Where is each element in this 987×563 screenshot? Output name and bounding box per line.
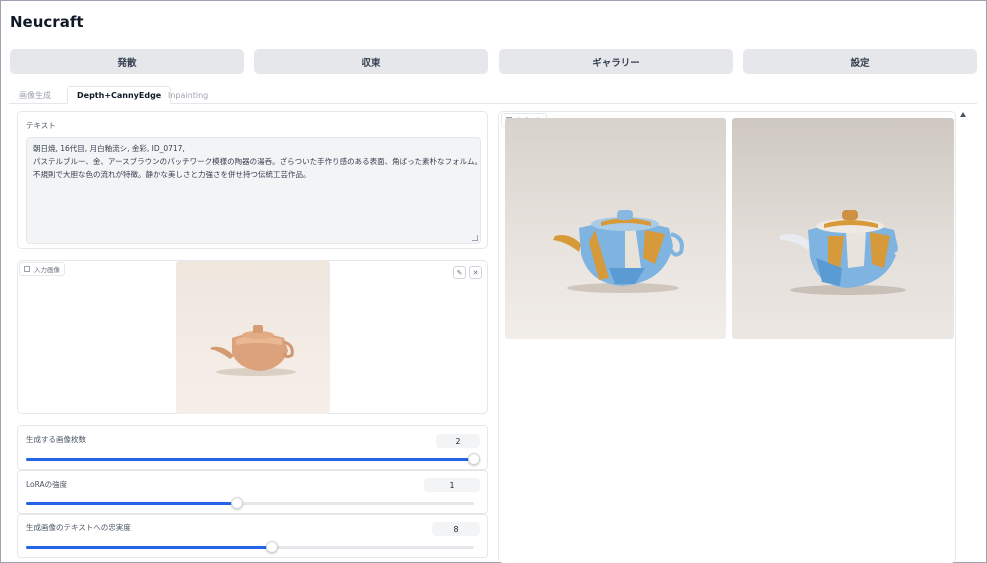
- nav-button-diverge[interactable]: 発散: [10, 49, 244, 74]
- slider-lora-strength: LoRAの強度 1: [17, 470, 488, 514]
- slider-label: LoRAの強度: [26, 480, 68, 489]
- input-image: [176, 261, 330, 414]
- prompt-line: 不規則で大胆な色の流れが特徴。静かな美しさと力強さを併せ持つ伝統工芸作品。: [33, 170, 311, 179]
- slider-track[interactable]: [26, 497, 474, 509]
- slider-image-count: 生成する画像枚数 2: [17, 425, 488, 470]
- input-image-tag: 入力画像: [19, 262, 65, 276]
- slider-fill: [26, 546, 272, 549]
- image-icon: [24, 266, 30, 272]
- slider-thumb[interactable]: [468, 453, 480, 465]
- app-title: Neucraft: [10, 13, 84, 31]
- input-image-label: 入力画像: [34, 266, 60, 274]
- prompt-label: テキスト: [26, 121, 56, 130]
- nav-button-gallery[interactable]: ギャラリー: [499, 49, 733, 74]
- slider-value-input[interactable]: 8: [432, 522, 480, 536]
- slider-value-input[interactable]: 1: [424, 478, 480, 492]
- slider-label: 生成する画像枚数: [26, 435, 86, 444]
- prompt-textarea[interactable]: 朝日焼, 16代目, 月白釉流シ, 金彩, ID_0717, パステルブルー、金…: [26, 137, 482, 244]
- slider-text-fidelity: 生成画像のテキストへの忠実度 8: [17, 514, 488, 558]
- slider-track[interactable]: [26, 453, 480, 465]
- slider-fill: [26, 458, 474, 461]
- output-image-1[interactable]: [505, 118, 726, 339]
- tab-inpainting[interactable]: Inpainting: [168, 86, 208, 104]
- slider-thumb[interactable]: [231, 497, 243, 509]
- close-icon[interactable]: ✕: [469, 266, 482, 279]
- output-image-2[interactable]: [732, 118, 954, 339]
- prompt-panel: テキスト 朝日焼, 16代目, 月白釉流シ, 金彩, ID_0717, パステル…: [17, 111, 488, 249]
- slider-thumb[interactable]: [266, 541, 278, 553]
- tab-depth-cannyedge[interactable]: Depth+CannyEdge: [67, 86, 172, 104]
- resize-handle[interactable]: [472, 235, 478, 241]
- slider-value-input[interactable]: 2: [436, 434, 480, 448]
- pencil-icon[interactable]: ✎: [453, 266, 466, 279]
- nav-button-converge[interactable]: 収束: [254, 49, 488, 74]
- slider-fill: [26, 502, 237, 505]
- tab-image-generation[interactable]: 画像生成: [19, 86, 51, 104]
- prompt-line: 朝日焼, 16代目, 月白釉流シ, 金彩, ID_0717,: [33, 144, 185, 153]
- slider-track[interactable]: [26, 541, 474, 553]
- prompt-line: パステルブルー、金、アースブラウンのパッチワーク模様の陶器の湯呑。ざらついた手作…: [33, 157, 482, 166]
- input-image-panel[interactable]: 入力画像 ✎ ✕: [17, 260, 488, 414]
- nav-button-settings[interactable]: 設定: [743, 49, 977, 74]
- scroll-up-arrow[interactable]: [960, 112, 966, 117]
- output-gallery-panel: 生成画像: [498, 111, 956, 563]
- slider-label: 生成画像のテキストへの忠実度: [26, 523, 131, 532]
